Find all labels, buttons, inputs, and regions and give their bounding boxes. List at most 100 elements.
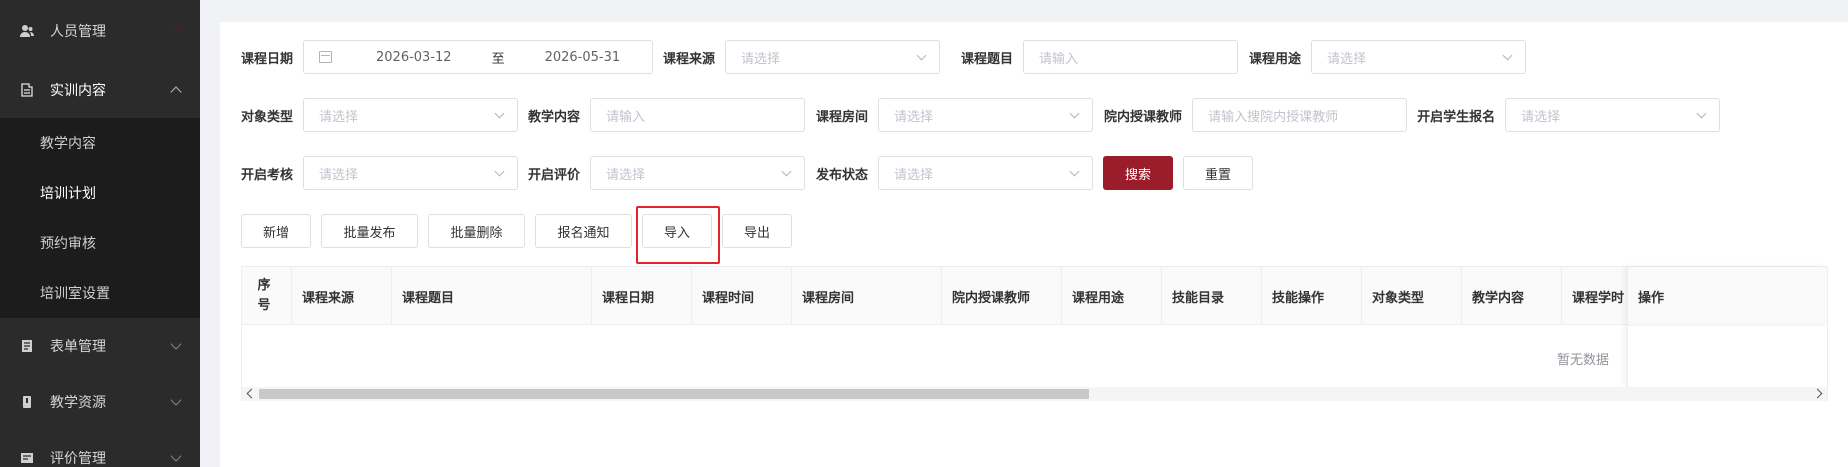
course-source-placeholder: 请选择 bbox=[741, 51, 781, 67]
chevron-down-icon bbox=[1696, 108, 1707, 119]
target-type-select[interactable]: 请选择 bbox=[303, 98, 519, 132]
exam-select[interactable]: 请选择 bbox=[303, 156, 519, 190]
horizontal-scrollbar[interactable] bbox=[242, 387, 1827, 401]
chevron-down-icon bbox=[1069, 166, 1080, 177]
course-title-placeholder: 请输入 bbox=[1039, 51, 1079, 67]
submenu: 教学内容 培训计划 预约审核 培训室设置 bbox=[0, 118, 200, 318]
sidebar-subitem-training-plan[interactable]: 培训计划 bbox=[0, 168, 200, 218]
sidebar-item-forms[interactable]: 表单管理 bbox=[0, 318, 200, 374]
chevron-down-icon bbox=[170, 20, 182, 32]
chevron-down-icon bbox=[170, 450, 182, 462]
column-header-target-type: 对象类型 bbox=[1362, 267, 1462, 325]
sidebar-item-teaching-resources[interactable]: 教学资源 bbox=[0, 374, 200, 430]
chevron-down-icon bbox=[1502, 50, 1513, 61]
sidebar-item-label: 表单管理 bbox=[50, 339, 106, 355]
sidebar-item-training-content[interactable]: 实训内容 bbox=[0, 62, 200, 118]
empty-placeholder: 暂无数据 bbox=[1557, 353, 1610, 368]
reset-button[interactable]: 重置 bbox=[1183, 156, 1254, 190]
chevron-up-icon bbox=[170, 86, 182, 98]
document-icon bbox=[20, 83, 34, 97]
date-end-value: 2026-05-31 bbox=[544, 49, 621, 65]
course-date-label: 课程日期 bbox=[241, 51, 294, 67]
column-header-course-source: 课程来源 bbox=[292, 267, 392, 325]
add-button[interactable]: 新增 bbox=[241, 214, 311, 248]
scroll-right-icon[interactable] bbox=[1812, 388, 1823, 399]
student-enroll-placeholder: 请选择 bbox=[1521, 109, 1561, 125]
scroll-left-icon[interactable] bbox=[246, 388, 257, 399]
sidebar-item-personnel[interactable]: 人员管理 bbox=[0, 0, 200, 62]
course-room-select[interactable]: 请选择 bbox=[878, 98, 1094, 132]
chevron-down-icon bbox=[170, 338, 182, 350]
chevron-down-icon bbox=[170, 394, 182, 406]
exam-placeholder: 请选择 bbox=[319, 167, 359, 183]
chevron-down-icon bbox=[1069, 108, 1080, 119]
target-type-placeholder: 请选择 bbox=[319, 109, 359, 125]
sidebar-item-evaluation[interactable]: 评价管理 bbox=[0, 430, 200, 467]
import-highlight-box bbox=[636, 206, 720, 264]
sidebar-subitem-teaching-content[interactable]: 教学内容 bbox=[0, 118, 200, 168]
teach-content-label: 教学内容 bbox=[528, 109, 581, 125]
course-use-select[interactable]: 请选择 bbox=[1311, 40, 1527, 74]
course-source-select[interactable]: 请选择 bbox=[725, 40, 941, 74]
form-icon bbox=[20, 339, 34, 353]
evaluation-placeholder: 请选择 bbox=[606, 167, 646, 183]
student-enroll-select[interactable]: 请选择 bbox=[1505, 98, 1721, 132]
data-table: 序号 课程来源 课程题目 课程日期 课程时间 课程房间 院内授课教师 课程用途 … bbox=[241, 266, 1828, 401]
enroll-notify-button[interactable]: 报名通知 bbox=[535, 214, 632, 248]
column-header-course-room: 课程房间 bbox=[792, 267, 942, 325]
course-title-label: 课程题目 bbox=[961, 51, 1014, 67]
batch-delete-button[interactable]: 批量删除 bbox=[428, 214, 525, 248]
sidebar-subitem-room-settings[interactable]: 培训室设置 bbox=[0, 268, 200, 318]
course-room-label: 课程房间 bbox=[816, 109, 869, 125]
filter-row-1: 课程日期 2026-03-12 至 2026-05-31 课程来源 请选择 课程… bbox=[241, 40, 1527, 74]
publish-status-select[interactable]: 请选择 bbox=[878, 156, 1094, 190]
chevron-down-icon bbox=[781, 166, 792, 177]
column-header-actions: 操作 bbox=[1627, 267, 1827, 325]
sidebar-item-label: 人员管理 bbox=[50, 24, 106, 40]
batch-publish-button[interactable]: 批量发布 bbox=[321, 214, 418, 248]
book-icon bbox=[20, 395, 34, 409]
course-date-range-picker[interactable]: 2026-03-12 至 2026-05-31 bbox=[303, 40, 654, 74]
chevron-down-icon bbox=[494, 108, 505, 119]
table-header: 序号 课程来源 课程题目 课程日期 课程时间 课程房间 院内授课教师 课程用途 … bbox=[242, 267, 1827, 325]
publish-status-label: 发布状态 bbox=[816, 167, 869, 183]
sidebar-item-label: 实训内容 bbox=[50, 83, 106, 99]
teacher-placeholder: 请输入搜院内授课教师 bbox=[1208, 109, 1339, 125]
fixed-action-column bbox=[1627, 326, 1827, 387]
search-button[interactable]: 搜索 bbox=[1103, 156, 1174, 190]
scrollbar-thumb[interactable] bbox=[259, 389, 1089, 399]
chevron-down-icon bbox=[494, 166, 505, 177]
teacher-label: 院内授课教师 bbox=[1104, 109, 1183, 125]
evaluation-label: 开启评价 bbox=[528, 167, 581, 183]
course-use-placeholder: 请选择 bbox=[1327, 51, 1367, 67]
sidebar-item-label: 教学资源 bbox=[50, 395, 106, 411]
evaluation-icon bbox=[20, 451, 34, 465]
column-header-course-date: 课程日期 bbox=[592, 267, 692, 325]
column-header-skill-operation: 技能操作 bbox=[1262, 267, 1362, 325]
filter-row-3: 开启考核 请选择 开启评价 请选择 发布状态 请选择 搜索 重置 bbox=[241, 156, 1254, 190]
teach-content-input[interactable]: 请输入 bbox=[590, 98, 806, 132]
date-separator: 至 bbox=[491, 51, 505, 67]
student-enroll-label: 开启学生报名 bbox=[1417, 109, 1496, 125]
sidebar-item-label: 评价管理 bbox=[50, 451, 106, 467]
column-header-teach-content: 教学内容 bbox=[1462, 267, 1562, 325]
course-title-input[interactable]: 请输入 bbox=[1023, 40, 1239, 74]
column-header-course-hours: 课程学时 bbox=[1572, 290, 1625, 306]
teacher-input[interactable]: 请输入搜院内授课教师 bbox=[1192, 98, 1408, 132]
sidebar: 人员管理 实训内容 教学内容 培训计划 预约审核 培训室设置 表单管理 教学资源… bbox=[0, 0, 200, 467]
evaluation-select[interactable]: 请选择 bbox=[590, 156, 806, 190]
exam-label: 开启考核 bbox=[241, 167, 294, 183]
column-header-teacher: 院内授课教师 bbox=[942, 267, 1062, 325]
sidebar-subitem-booking-review[interactable]: 预约审核 bbox=[0, 218, 200, 268]
column-header-course-title: 课程题目 bbox=[392, 267, 592, 325]
teach-content-placeholder: 请输入 bbox=[606, 109, 646, 125]
users-icon bbox=[20, 24, 34, 38]
course-room-placeholder: 请选择 bbox=[894, 109, 934, 125]
export-button[interactable]: 导出 bbox=[722, 214, 792, 248]
calendar-icon bbox=[319, 51, 333, 63]
column-header-course-time: 课程时间 bbox=[692, 267, 792, 325]
column-header-skill-catalog: 技能目录 bbox=[1162, 267, 1262, 325]
filter-row-2: 对象类型 请选择 教学内容 请输入 课程房间 请选择 院内授课教师 请输入搜院内… bbox=[241, 98, 1721, 132]
course-source-label: 课程来源 bbox=[663, 51, 716, 67]
column-header-course-use: 课程用途 bbox=[1062, 267, 1162, 325]
